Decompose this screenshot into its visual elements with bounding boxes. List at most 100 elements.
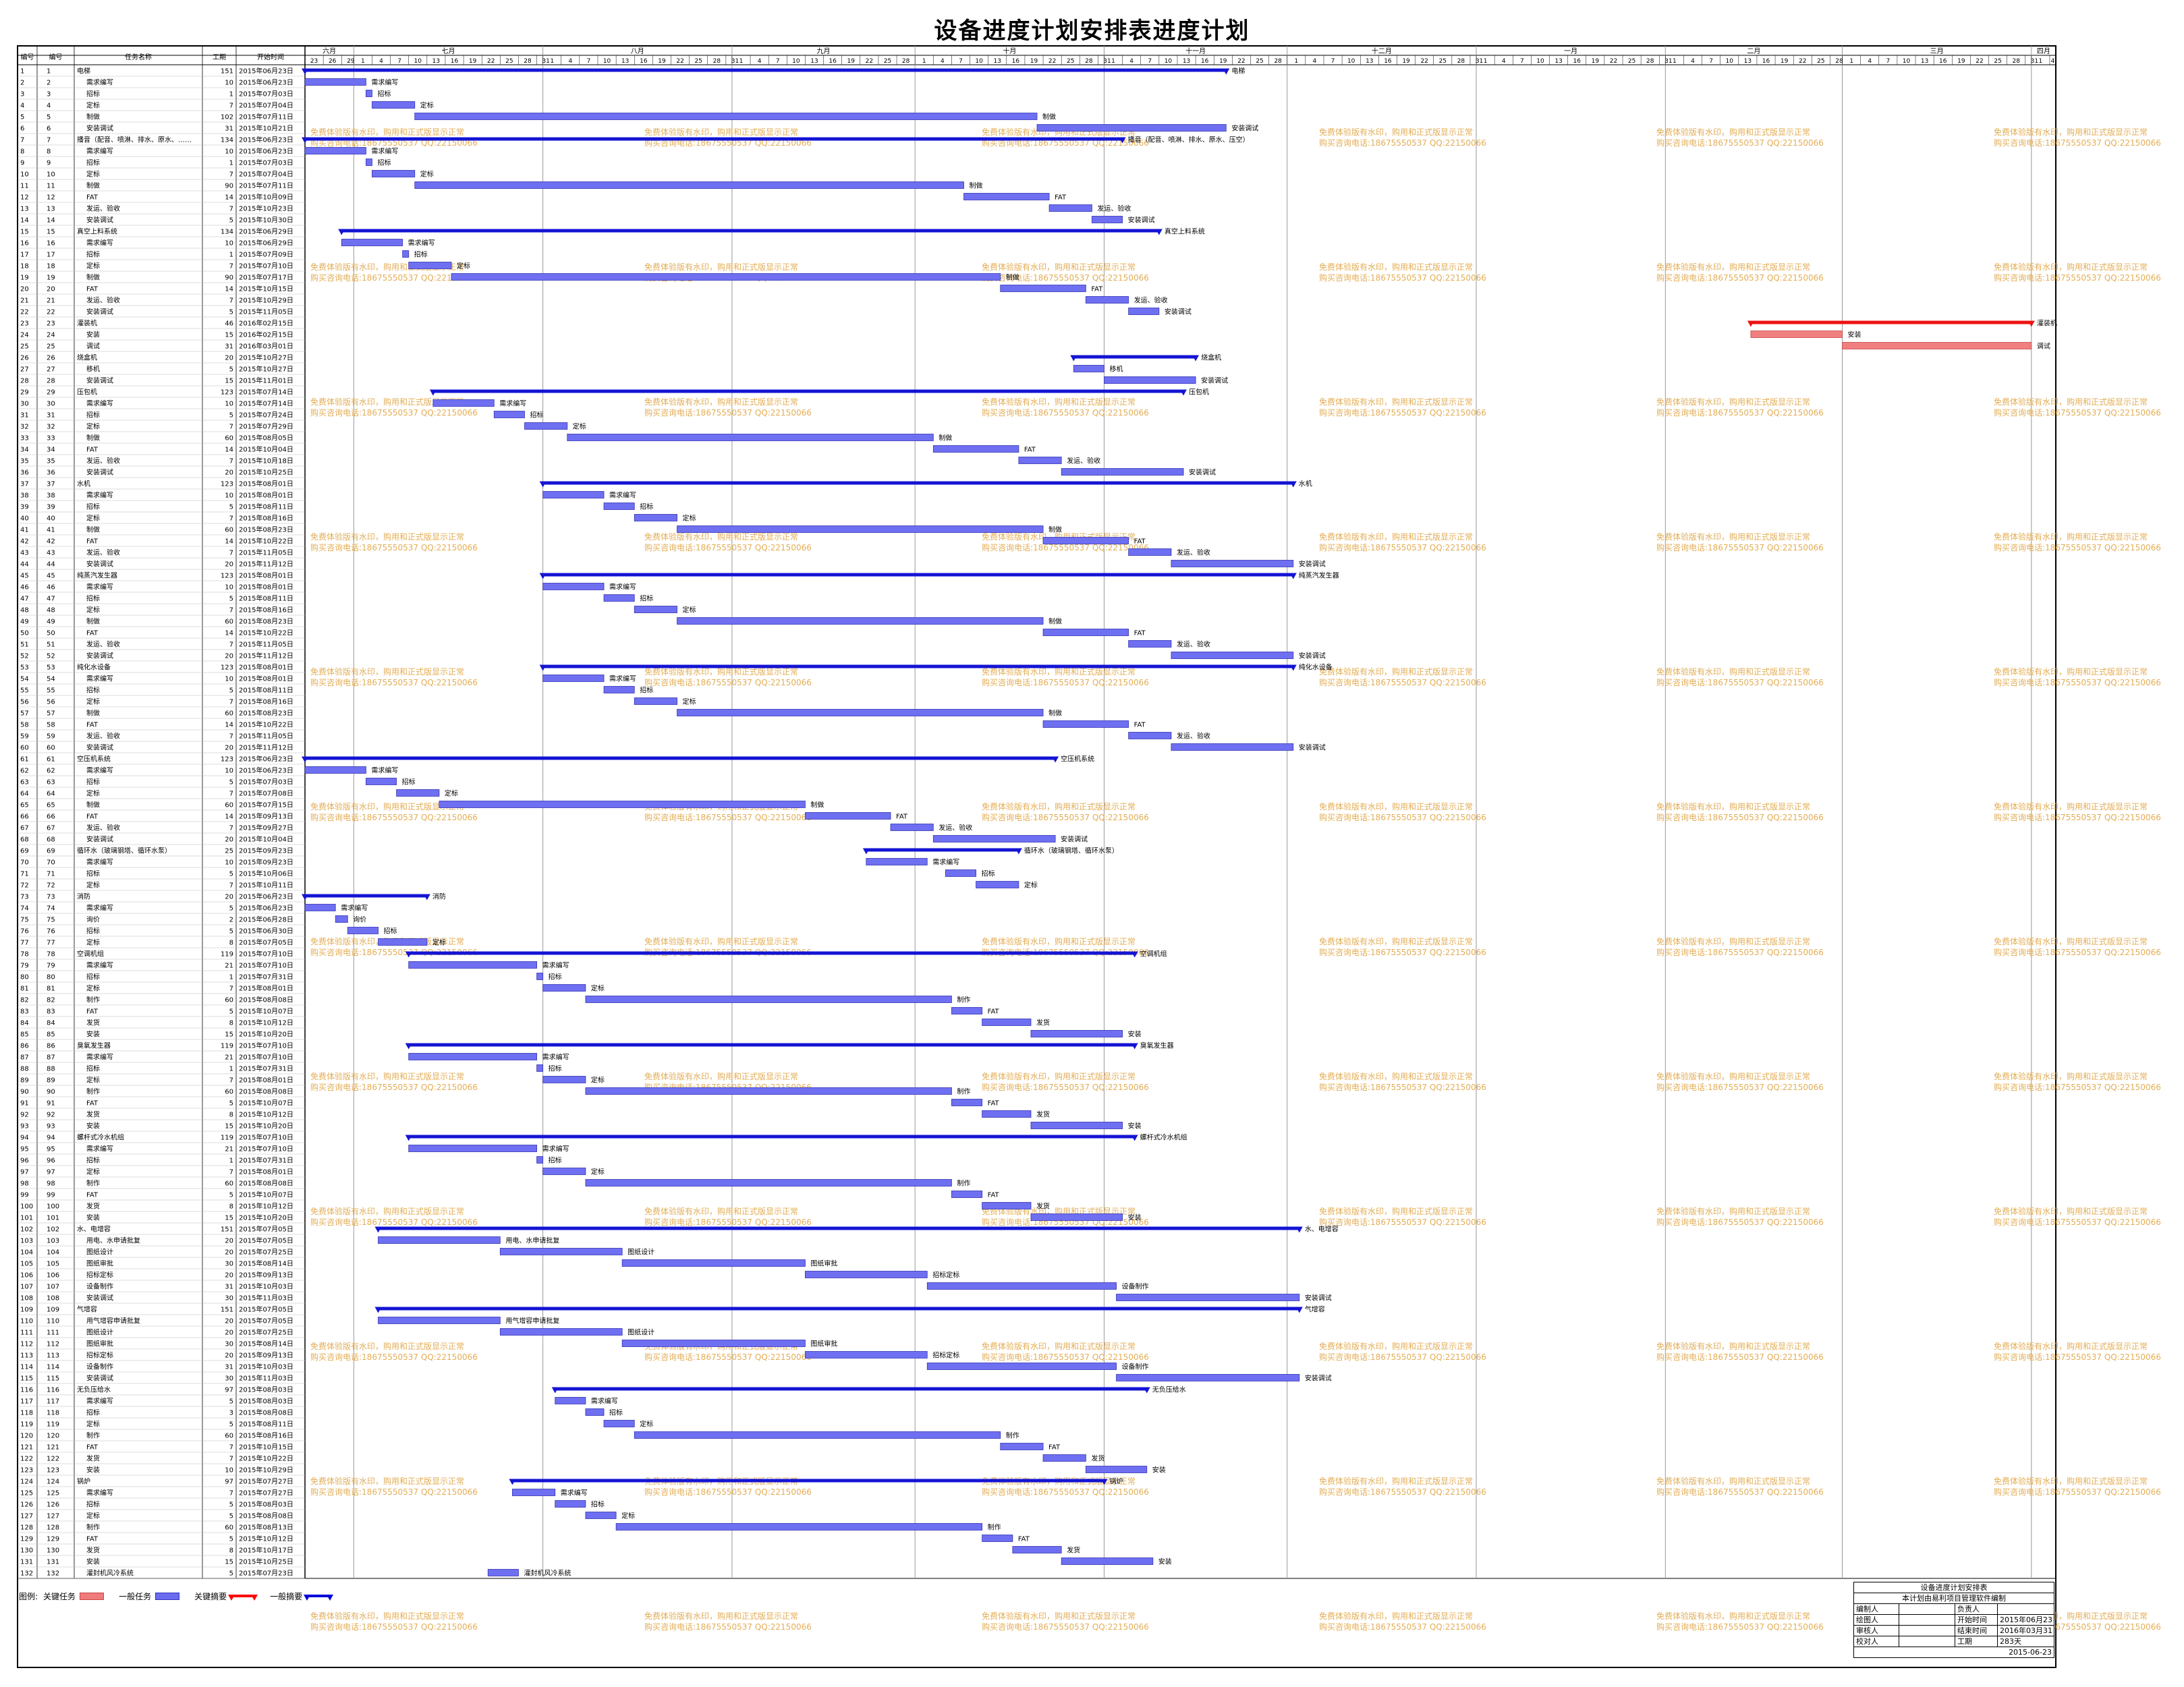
task-duration: 21 — [225, 1054, 233, 1062]
day-label: 19 — [469, 58, 477, 65]
task-start: 2015年10月22日 — [239, 537, 293, 546]
task-bar — [1128, 732, 1172, 739]
watermark-line: 免费体验版有水印，购用和正式版显示正常 — [644, 936, 798, 946]
day-label: 13 — [994, 58, 1001, 65]
task-duration: 119 — [221, 951, 233, 959]
task-bar — [677, 617, 1044, 625]
task-name: 水、电增容 — [77, 1225, 111, 1234]
task-bar — [1000, 1443, 1044, 1450]
task-id: 129 — [20, 1536, 33, 1543]
watermark-line: 免费体验版有水印，购用和正式版显示正常 — [1656, 1611, 1810, 1621]
task-name: FAT — [86, 813, 99, 821]
day-label: 7 — [1520, 58, 1524, 65]
task-bar-label: FAT — [1134, 722, 1146, 729]
task-start: 2015年06月23日 — [239, 67, 293, 76]
summary-bar — [305, 68, 1227, 72]
task-id: 62 — [47, 768, 55, 775]
task-name: 电梯 — [77, 67, 90, 76]
watermark-line: 免费体验版有水印，购用和正式版显示正常 — [644, 1071, 798, 1081]
task-id: 77 — [47, 940, 55, 947]
task-id: 30 — [20, 401, 29, 408]
task-duration: 7 — [229, 1444, 233, 1452]
task-id: 107 — [47, 1284, 59, 1291]
task-name: 制做 — [86, 525, 100, 534]
task-id: 91 — [47, 1100, 55, 1108]
watermark-line: 购买咨询电话:18675550537 QQ:22150066 — [644, 677, 812, 687]
task-bar — [439, 801, 806, 808]
task-start: 2015年11月12日 — [239, 560, 293, 569]
day-label: 1 — [1673, 58, 1677, 65]
task-id: 42 — [47, 538, 55, 546]
task-start: 2015年10月03日 — [239, 1282, 293, 1291]
task-name: 无负压给水 — [77, 1385, 111, 1394]
task-bar — [951, 1099, 983, 1106]
task-bar — [366, 90, 372, 97]
task-bar-label: 招标 — [377, 159, 391, 167]
task-bar-label: 招标 — [549, 1156, 562, 1165]
task-bar — [634, 514, 677, 521]
task-id: 131 — [47, 1559, 59, 1566]
watermark-line: 购买咨询电话:18675550537 QQ:22150066 — [1994, 1487, 2161, 1497]
task-start: 2015年07月25日 — [239, 1248, 293, 1257]
task-bar — [408, 1053, 537, 1060]
task-start: 2015年06月29日 — [239, 239, 293, 248]
task-start: 2015年10月27日 — [239, 365, 293, 374]
task-bar-label: 循环水（玻璃钢塔、循环水泵） — [1024, 847, 1119, 855]
day-label: 28 — [1835, 58, 1843, 65]
task-name: 需求编写 — [86, 1145, 113, 1153]
watermark-line: 购买咨询电话:18675550537 QQ:22150066 — [1319, 273, 1486, 283]
task-start: 2015年08月11日 — [239, 503, 293, 511]
task-bar — [1030, 1122, 1123, 1129]
task-bar-label: 需求编写 — [609, 675, 636, 683]
task-id: 130 — [47, 1547, 59, 1555]
task-start: 2015年07月05日 — [239, 1317, 293, 1325]
task-bar-label: 安装调试 — [1299, 743, 1326, 752]
day-label: 26 — [329, 58, 337, 65]
task-bar-label: FAT — [1055, 194, 1067, 202]
task-duration: 10 — [225, 240, 233, 248]
day-label: 10 — [414, 58, 422, 65]
task-id: 55 — [20, 687, 29, 695]
day-label: 31 — [731, 58, 739, 65]
watermark-line: 免费体验版有水印，购用和正式版显示正常 — [1319, 262, 1473, 272]
task-duration: 10 — [225, 148, 233, 156]
day-label: 31 — [1664, 58, 1672, 65]
task-id: 110 — [20, 1318, 33, 1325]
task-bar — [414, 113, 1038, 120]
task-id: 126 — [20, 1502, 33, 1509]
task-name: 需求编写 — [86, 675, 113, 683]
summary-bar — [512, 1479, 1104, 1483]
watermark-line: 免费体验版有水印，购用和正式版显示正常 — [1656, 127, 1810, 137]
task-bar-label: 招标 — [414, 250, 428, 259]
day-label: 7 — [397, 58, 401, 65]
task-start: 2015年08月16日 — [239, 606, 293, 614]
watermark-line: 免费体验版有水印，购用和正式版显示正常 — [310, 1071, 464, 1081]
task-id: 37 — [47, 481, 55, 488]
task-name: 安装调试 — [86, 468, 113, 477]
task-bar — [1042, 1454, 1086, 1462]
day-label: 31 — [2031, 58, 2038, 65]
day-label: 1 — [2039, 58, 2043, 65]
task-bar — [1042, 720, 1129, 728]
task-start: 2015年06月28日 — [239, 915, 293, 924]
task-id: 109 — [20, 1307, 33, 1314]
task-bar — [585, 1179, 952, 1186]
task-name: FAT — [86, 538, 99, 546]
task-start: 2015年08月05日 — [239, 434, 293, 442]
task-id: 22 — [20, 309, 29, 316]
task-bar — [378, 1236, 501, 1244]
task-start: 2015年06月29日 — [239, 227, 293, 236]
task-bar-label: 需求编写 — [542, 961, 569, 970]
task-id: 91 — [20, 1100, 29, 1108]
task-id: 71 — [20, 871, 29, 878]
task-id: 25 — [47, 343, 55, 351]
task-duration: 102 — [221, 114, 233, 121]
task-duration: 14 — [225, 630, 233, 637]
gantt-chart: 编号 编号 任务名称 工期 开始时间六月 七月 八月 九月 十月 十一月 十二月 一月 二月 三月 四月23… — [17, 45, 2161, 1668]
task-start: 2015年07月10日 — [239, 1145, 293, 1153]
task-name: 定标 — [86, 262, 100, 270]
task-id: 89 — [20, 1077, 29, 1085]
task-name: 招标定标 — [86, 1351, 113, 1360]
task-id: 4 — [20, 103, 24, 110]
task-id: 99 — [47, 1192, 55, 1199]
